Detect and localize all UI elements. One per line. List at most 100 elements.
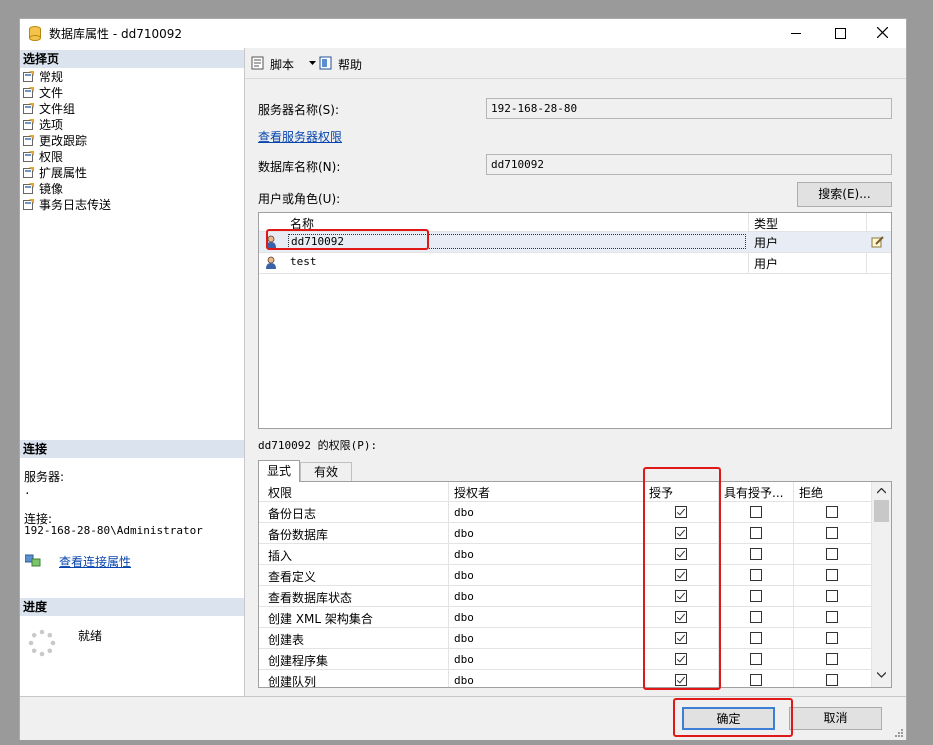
with-grant-checkbox[interactable]: [750, 632, 762, 644]
sidebar-item[interactable]: 扩展属性: [23, 165, 238, 181]
deny-checkbox[interactable]: [826, 506, 838, 518]
permissions-table-header: 权限 授权者 授予 具有授予... 拒绝: [259, 482, 871, 502]
sidebar-item[interactable]: 常规: [23, 69, 238, 85]
server-name-field[interactable]: 192-168-28-80: [486, 98, 892, 119]
sidebar-item-label: 权限: [39, 150, 64, 164]
sidebar-item[interactable]: 选项: [23, 117, 238, 133]
grantor: dbo: [454, 569, 474, 582]
help-label: 帮助: [338, 58, 363, 72]
deny-checkbox[interactable]: [826, 569, 838, 581]
permission-name: 创建表: [268, 633, 305, 647]
script-icon: [251, 56, 264, 70]
deny-checkbox[interactable]: [826, 590, 838, 602]
table-row[interactable]: 创建程序集 dbo: [259, 649, 871, 670]
sidebar-item[interactable]: 文件组: [23, 101, 238, 117]
minimize-button[interactable]: [783, 22, 809, 44]
with-grant-checkbox[interactable]: [750, 527, 762, 539]
with-grant-checkbox[interactable]: [750, 653, 762, 665]
deny-checkbox[interactable]: [826, 674, 838, 686]
connection-header: 连接: [20, 440, 244, 458]
table-row[interactable]: 创建 XML 架构集合 dbo: [259, 607, 871, 628]
table-row[interactable]: 备份日志 dbo: [259, 502, 871, 523]
page-icon: [23, 199, 35, 210]
permissions-label: dd710092 的权限(P):: [258, 439, 378, 452]
table-row[interactable]: 备份数据库 dbo: [259, 523, 871, 544]
user-type: 用户: [754, 257, 779, 271]
permissions-scrollbar[interactable]: [872, 482, 891, 687]
perm-col-with-grant: 具有授予...: [724, 486, 784, 500]
search-button[interactable]: 搜索(E)...: [797, 182, 892, 207]
scrollbar-thumb[interactable]: [874, 500, 889, 522]
view-server-permissions-link[interactable]: 查看服务器权限: [258, 128, 342, 145]
permission-name: 创建队列: [268, 675, 317, 688]
table-row[interactable]: 查看定义 dbo: [259, 565, 871, 586]
close-button[interactable]: [870, 22, 896, 44]
tab-effective[interactable]: 有效: [300, 462, 352, 482]
sidebar-item[interactable]: 镜像: [23, 181, 238, 197]
table-row[interactable]: 创建表 dbo: [259, 628, 871, 649]
deny-checkbox[interactable]: [826, 632, 838, 644]
user-type: 用户: [754, 236, 779, 250]
perm-col-permission: 权限: [268, 486, 293, 500]
deny-checkbox[interactable]: [826, 653, 838, 665]
deny-checkbox[interactable]: [826, 611, 838, 623]
maximize-button[interactable]: [827, 22, 853, 44]
grantor: dbo: [454, 590, 474, 603]
highlight-user-row-annotation: [266, 229, 429, 250]
page-list: 常规文件文件组选项更改跟踪权限 扩展属性 镜像 事务日志传送: [23, 69, 238, 213]
permission-name: 查看数据库状态: [268, 591, 353, 605]
sidebar-item[interactable]: 事务日志传送: [23, 197, 238, 213]
table-row[interactable]: 查看数据库状态 dbo: [259, 586, 871, 607]
close-icon: [877, 27, 888, 38]
database-icon: [29, 26, 41, 41]
resize-grip-icon[interactable]: [894, 728, 904, 738]
view-connection-properties-link[interactable]: 查看连接属性: [59, 553, 131, 570]
help-icon: [319, 56, 332, 70]
grantor: dbo: [454, 611, 474, 624]
table-row[interactable]: test 用户: [259, 253, 891, 274]
scroll-down-icon[interactable]: [877, 672, 886, 678]
sidebar-item[interactable]: 权限: [23, 149, 238, 165]
with-grant-checkbox[interactable]: [750, 590, 762, 602]
sidebar-item-label: 文件组: [39, 102, 76, 116]
sidebar-item-label: 事务日志传送: [39, 198, 112, 212]
cancel-button[interactable]: 取消: [789, 707, 882, 730]
with-grant-checkbox[interactable]: [750, 506, 762, 518]
sidebar-item-label: 更改跟踪: [39, 134, 88, 148]
page-icon: [23, 135, 35, 146]
with-grant-checkbox[interactable]: [750, 611, 762, 623]
tab-explicit[interactable]: 显式: [258, 460, 300, 482]
connection-value: 192-168-28-80\Administrator: [24, 524, 203, 537]
sidebar-item-label: 常规: [39, 70, 64, 84]
grantor: dbo: [454, 674, 474, 687]
deny-checkbox[interactable]: [826, 527, 838, 539]
table-row[interactable]: 创建队列 dbo: [259, 670, 871, 688]
grantor: dbo: [454, 632, 474, 645]
deny-checkbox[interactable]: [826, 548, 838, 560]
minimize-icon: [791, 33, 801, 34]
db-name-field[interactable]: dd710092: [486, 154, 892, 175]
highlight-grant-column-annotation: [643, 467, 721, 690]
highlight-ok-button-annotation: [673, 698, 793, 737]
permission-name: 备份日志: [268, 507, 317, 521]
with-grant-checkbox[interactable]: [750, 548, 762, 560]
connection-properties-icon: [25, 554, 41, 567]
sidebar-item[interactable]: 文件: [23, 85, 238, 101]
with-grant-checkbox[interactable]: [750, 674, 762, 686]
table-row[interactable]: 插入 dbo: [259, 544, 871, 565]
page-icon: [23, 87, 35, 98]
sidebar-item-label: 选项: [39, 118, 64, 132]
edit-icon[interactable]: [871, 235, 885, 248]
sidebar-item[interactable]: 更改跟踪: [23, 133, 238, 149]
perm-col-deny: 拒绝: [799, 486, 824, 500]
users-col-type: 类型: [754, 217, 779, 231]
with-grant-checkbox[interactable]: [750, 569, 762, 581]
permissions-table: 权限 授权者 授予 具有授予... 拒绝 备份日志 dbo 备份数据库 dbo 插入 db…: [258, 481, 892, 688]
title-bar: 数据库属性 - dd710092: [20, 19, 906, 48]
page-icon: [23, 183, 35, 194]
scroll-up-icon[interactable]: [877, 488, 886, 494]
progress-status: 就绪: [78, 629, 103, 643]
perm-col-grantor: 授权者: [454, 486, 491, 500]
select-page-header: 选择页: [20, 50, 244, 68]
sidebar-item-label: 文件: [39, 86, 64, 100]
